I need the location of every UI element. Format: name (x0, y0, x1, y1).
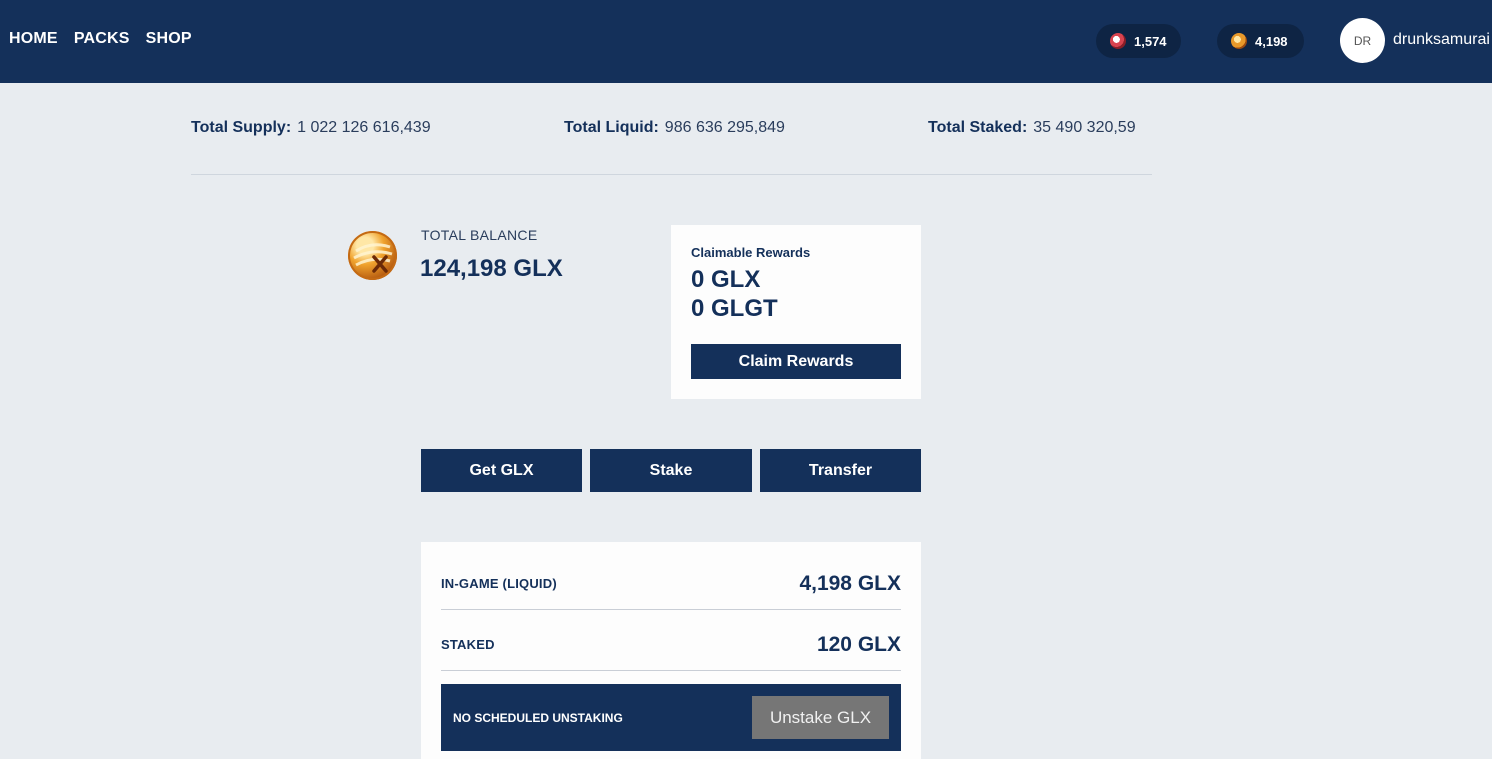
nav-packs-link[interactable]: PACKS (74, 30, 130, 48)
unstake-glx-button[interactable]: Unstake GLX (752, 696, 889, 739)
get-glx-button[interactable]: Get GLX (421, 449, 582, 492)
unstake-status: NO SCHEDULED UNSTAKING (453, 711, 623, 725)
liquid-row: IN-GAME (LIQUID) 4,198 GLX (441, 549, 901, 610)
holdings-panel: IN-GAME (LIQUID) 4,198 GLX STAKED 120 GL… (421, 542, 921, 759)
gold-currency-value: 4,198 (1255, 33, 1288, 49)
red-currency-value: 1,574 (1134, 33, 1167, 49)
staked-value: 120 GLX (816, 633, 901, 656)
total-liquid-stat: Total Liquid: 986 636 295,849 (564, 119, 785, 137)
unstake-bar: NO SCHEDULED UNSTAKING Unstake GLX (441, 684, 901, 751)
rewards-glgt-value: 0 GLGT (691, 295, 778, 322)
total-supply-value: 1 022 126 616,439 (297, 119, 431, 136)
total-balance-label: TOTAL BALANCE (421, 227, 538, 243)
staked-row: STAKED 120 GLX (441, 610, 901, 671)
transfer-button[interactable]: Transfer (760, 449, 921, 492)
total-staked-value: 35 490 320,59 (1033, 119, 1136, 136)
avatar[interactable]: DR (1340, 18, 1385, 63)
total-supply-stat: Total Supply: 1 022 126 616,439 (191, 119, 431, 137)
liquid-label: IN-GAME (LIQUID) (441, 576, 557, 591)
main-nav: HOME PACKS SHOP (9, 30, 192, 48)
rewards-glx-value: 0 GLX (691, 266, 761, 293)
stake-button[interactable]: Stake (590, 449, 752, 492)
staked-label: STAKED (441, 637, 495, 652)
claim-rewards-button[interactable]: Claim Rewards (691, 344, 901, 379)
username[interactable]: drunksamurai (1393, 31, 1490, 49)
liquid-value: 4,198 GLX (799, 572, 901, 595)
red-currency-balance[interactable]: 1,574 (1096, 24, 1181, 58)
supply-stats: Total Supply: 1 022 126 616,439 Total Liq… (191, 119, 1152, 139)
total-liquid-label: Total Liquid: (564, 119, 659, 136)
total-liquid-value: 986 636 295,849 (664, 119, 785, 136)
claimable-rewards-card: Claimable Rewards 0 GLX 0 GLGT Claim Rew… (671, 225, 921, 399)
gold-currency-balance[interactable]: 4,198 (1217, 24, 1304, 58)
total-staked-label: Total Staked: (928, 119, 1028, 136)
gold-coin-icon (1231, 33, 1247, 49)
total-supply-label: Total Supply: (191, 119, 292, 136)
total-balance-value: 124,198 GLX (420, 255, 563, 282)
rewards-title: Claimable Rewards (691, 245, 811, 260)
top-navbar: HOME PACKS SHOP 1,574 4,198 DR drunksamu… (0, 0, 1492, 83)
nav-shop-link[interactable]: SHOP (146, 30, 192, 48)
action-buttons: Get GLX Stake Transfer (421, 449, 921, 492)
total-staked-stat: Total Staked: 35 490 320,59 (928, 119, 1136, 137)
red-coin-icon (1110, 33, 1126, 49)
glx-coin-icon (348, 231, 397, 280)
nav-home-link[interactable]: HOME (9, 30, 58, 48)
stats-divider (191, 174, 1152, 175)
